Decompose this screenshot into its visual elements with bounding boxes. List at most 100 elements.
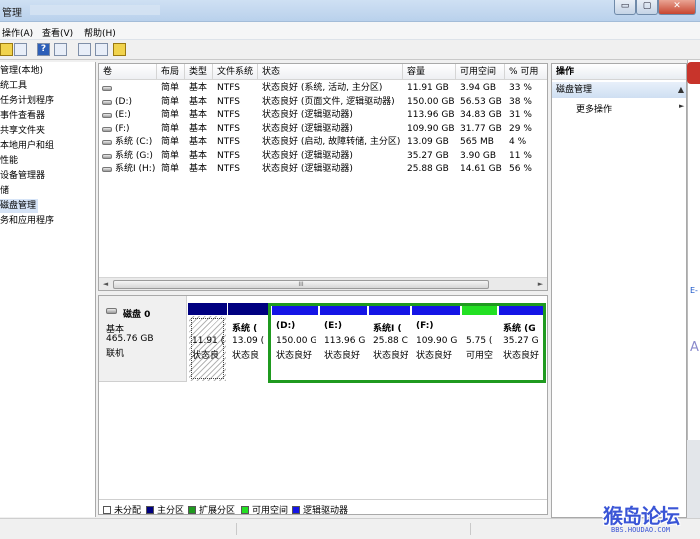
partition-block[interactable]: 5.75 (可用空 bbox=[462, 303, 497, 382]
partition-line2: 109.90 G bbox=[416, 336, 458, 346]
cell-filesystem: NTFS bbox=[217, 96, 240, 107]
tree-item-storage[interactable]: 储 bbox=[0, 184, 9, 198]
partition-line3: 状态良好 bbox=[373, 351, 408, 361]
disk-0-info[interactable]: 磁盘 0 基本 465.76 GB 联机 bbox=[99, 296, 187, 382]
menu-view[interactable]: 查看(V) bbox=[42, 26, 73, 39]
cell-filesystem: NTFS bbox=[217, 83, 240, 93]
tree-item-shared-folders[interactable]: 共享文件夹 bbox=[0, 124, 45, 138]
menu-action[interactable]: 操作(A) bbox=[2, 26, 33, 39]
scroll-right-arrow[interactable]: ► bbox=[534, 278, 547, 290]
partition-block[interactable]: (E:) 113.96 G 状态良好 bbox=[320, 303, 367, 382]
cell-percent-free: 4 % bbox=[509, 137, 527, 147]
settings-icon[interactable] bbox=[113, 43, 126, 56]
volume-row[interactable]: (D:) 简单 基本 NTFS 状态良好 (页面文件, 逻辑驱动器) 150.00 GB 5… bbox=[99, 96, 547, 109]
cell-filesystem: NTFS bbox=[217, 150, 240, 161]
disk-icon bbox=[106, 308, 117, 314]
help-icon[interactable]: ? bbox=[37, 43, 50, 56]
cell-layout: 简单 bbox=[161, 150, 180, 161]
close-button[interactable]: ✕ bbox=[658, 0, 696, 15]
export-icon[interactable] bbox=[78, 43, 91, 56]
legend-item-free-space: 可用空间 bbox=[241, 503, 288, 514]
cell-percent-free: 11 % bbox=[509, 150, 532, 161]
cell-type: 基本 bbox=[189, 96, 208, 107]
drive-icon bbox=[102, 86, 112, 91]
column-header-layout[interactable]: 布局 bbox=[157, 64, 185, 80]
legend-swatch bbox=[146, 506, 154, 514]
legend-item-primary: 主分区 bbox=[146, 503, 184, 514]
column-header-volume[interactable]: 卷 bbox=[99, 64, 157, 80]
drive-icon bbox=[102, 126, 112, 132]
partition-line3: 状态良好 bbox=[416, 351, 453, 361]
volume-list-scrollbar[interactable]: ◄ III ► bbox=[99, 277, 547, 290]
column-header-percent-free[interactable]: % 可用 bbox=[505, 64, 547, 80]
cell-filesystem: NTFS bbox=[217, 164, 240, 174]
legend-swatch bbox=[241, 506, 249, 514]
volume-row[interactable]: (E:) 简单 基本 NTFS 状态良好 (逻辑驱动器) 113.96 GB 34.83 G… bbox=[99, 109, 547, 122]
maximize-button[interactable]: ▢ bbox=[636, 0, 658, 15]
background-window-edge: E- A bbox=[687, 60, 700, 520]
cell-type: 基本 bbox=[189, 137, 208, 147]
drive-icon bbox=[102, 167, 112, 172]
menu-help[interactable]: 帮助(H) bbox=[84, 26, 116, 39]
chevron-up-icon[interactable]: ▲ bbox=[678, 82, 684, 98]
status-divider bbox=[470, 523, 471, 535]
actions-group-label: 磁盘管理 bbox=[556, 85, 593, 95]
partition-block[interactable]: 系统I (25.88 C 状态良好 bbox=[369, 303, 410, 382]
cell-capacity: 150.00 GB bbox=[407, 96, 455, 107]
legend-item-extended: 扩展分区 bbox=[188, 503, 235, 514]
minimize-button[interactable]: ▭ bbox=[614, 0, 636, 15]
cell-filesystem: NTFS bbox=[217, 123, 240, 134]
more-actions-link[interactable]: 更多操作 ► bbox=[576, 102, 684, 115]
console-icon[interactable] bbox=[14, 43, 27, 56]
properties-icon[interactable] bbox=[95, 43, 108, 56]
background-window-panel bbox=[687, 60, 700, 440]
partition-block[interactable]: 系统 (G 35.27 G 状态良好 bbox=[499, 303, 544, 382]
legend-item-logical-drive: 逻辑驱动器 bbox=[292, 503, 348, 514]
tree-item-task-scheduler[interactable]: 任务计划程序 bbox=[0, 94, 54, 108]
volume-row[interactable]: 系统I (H:) 简单 基本 NTFS 状态良好 (逻辑驱动器) 25.88 GB 14.6… bbox=[99, 163, 547, 176]
tree-item-event-viewer[interactable]: 事件查看器 bbox=[0, 109, 45, 123]
watermark-url: BBS.HOUDAO.COM bbox=[611, 526, 671, 534]
tree-item-disk-management[interactable]: 磁盘管理 bbox=[0, 199, 38, 213]
column-header-free-space[interactable]: 可用空间 bbox=[456, 64, 505, 80]
tree-item-device-manager[interactable]: 设备管理器 bbox=[0, 169, 45, 183]
tree-item-services-apps[interactable]: 务和应用程序 bbox=[0, 214, 54, 228]
column-header-type[interactable]: 类型 bbox=[185, 64, 213, 80]
partition-line2: 11.91 ( bbox=[192, 336, 225, 346]
column-header-filesystem[interactable]: 文件系统 bbox=[213, 64, 258, 80]
volume-row[interactable]: 简单 基本 NTFS 状态良好 (系统, 活动, 主分区) 11.91 GB 3.94 G… bbox=[99, 82, 547, 95]
partition-line2: 113.96 G bbox=[324, 336, 365, 346]
partition-block[interactable]: (F:) 109.90 G 状态良好 bbox=[412, 303, 460, 382]
partition-block[interactable]: 11.91 (状态良 bbox=[188, 303, 227, 382]
tree-item-root[interactable]: 管理(本地) bbox=[0, 64, 43, 78]
volume-row[interactable]: (F:) 简单 基本 NTFS 状态良好 (逻辑驱动器) 109.90 GB 31.77 G… bbox=[99, 123, 547, 136]
disk-graph-panel: 磁盘 0 基本 465.76 GB 联机 11.91 (状态良 系统 (13.09… bbox=[98, 295, 548, 515]
cell-status: 状态良好 (启动, 故障转储, 主分区) bbox=[262, 137, 401, 147]
tree-item-local-users[interactable]: 本地用户和组 bbox=[0, 139, 54, 153]
volume-row[interactable]: 系统 (G:) 简单 基本 NTFS 状态良好 (逻辑驱动器) 35.27 GB 3.90 … bbox=[99, 150, 547, 163]
cell-type: 基本 bbox=[189, 83, 208, 93]
column-header-status[interactable]: 状态 bbox=[258, 64, 403, 80]
cell-free-space: 3.90 GB bbox=[460, 150, 497, 161]
cell-type: 基本 bbox=[189, 164, 208, 174]
partition-block[interactable]: (D:) 150.00 G 状态良好 bbox=[272, 303, 318, 382]
folder-icon[interactable] bbox=[0, 43, 13, 56]
column-header-capacity[interactable]: 容量 bbox=[403, 64, 456, 80]
partition-line1: (F:) bbox=[416, 321, 434, 331]
title-bar: 管理 ▭ ▢ ✕ bbox=[0, 0, 700, 22]
legend-swatch bbox=[103, 506, 111, 514]
partition-block[interactable]: 系统 (13.09 (状态良 bbox=[228, 303, 270, 382]
tree-item-system-tools[interactable]: 统工具 bbox=[0, 79, 27, 93]
tree-item-performance[interactable]: 性能 bbox=[0, 154, 18, 168]
cell-layout: 简单 bbox=[161, 110, 180, 120]
partition-line1: (D:) bbox=[276, 321, 296, 331]
scroll-left-arrow[interactable]: ◄ bbox=[99, 278, 112, 290]
partition-type-bar bbox=[369, 303, 410, 315]
volume-row[interactable]: 系统 (C:) 简单 基本 NTFS 状态良好 (启动, 故障转储, 主分区) 13.09… bbox=[99, 136, 547, 149]
scroll-thumb[interactable]: III bbox=[113, 280, 489, 289]
actions-group-disk-management[interactable]: 磁盘管理 ▲ bbox=[552, 82, 686, 98]
drive-icon bbox=[102, 113, 112, 118]
partition-line3: 状态良好 bbox=[276, 351, 313, 361]
arrow-right-icon: ► bbox=[679, 102, 685, 110]
view-icon[interactable] bbox=[54, 43, 67, 56]
